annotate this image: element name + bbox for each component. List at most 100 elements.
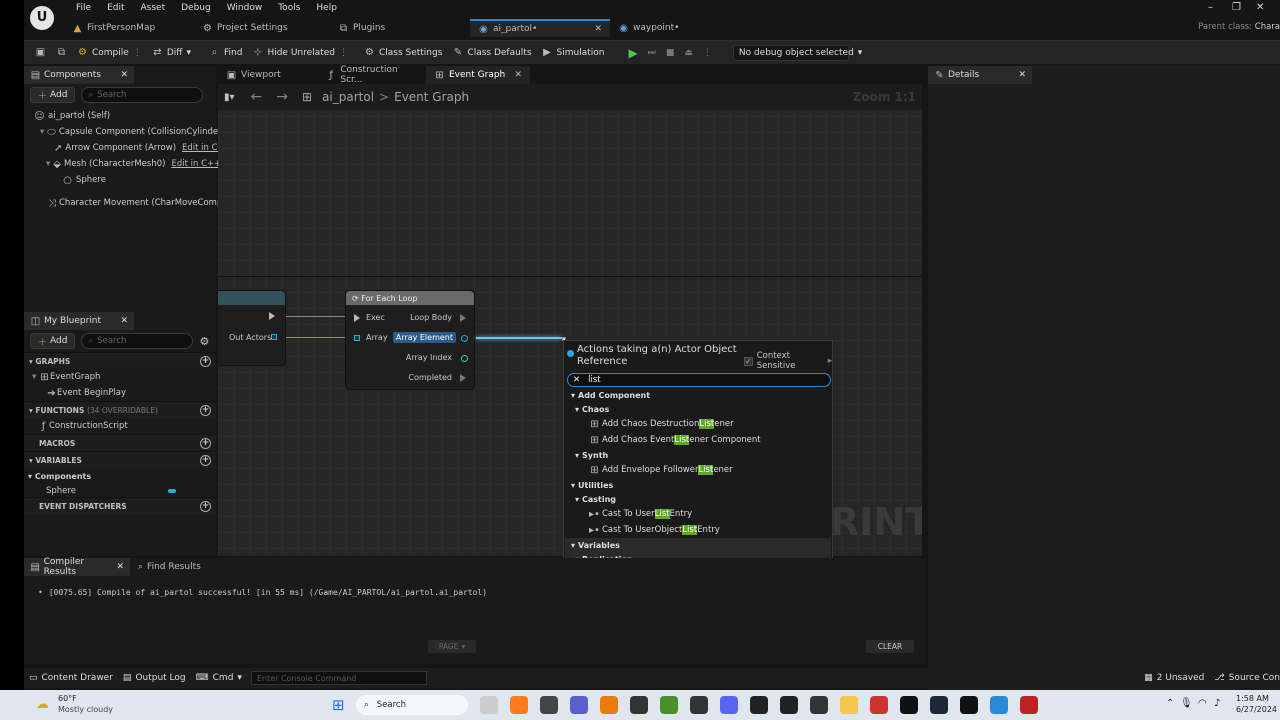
volume-icon[interactable]: ♪	[1214, 698, 1220, 709]
back-arrow-icon[interactable]: ←	[251, 89, 263, 105]
epic-icon[interactable]	[810, 696, 828, 714]
minecraft-icon[interactable]	[660, 696, 678, 714]
class-defaults-button[interactable]: ✎ Class Defaults	[447, 43, 536, 63]
variables-section[interactable]: ▾ VARIABLES +	[24, 451, 216, 468]
menu-item-debug[interactable]: Debug	[173, 3, 219, 13]
add-macro-icon[interactable]: +	[200, 437, 211, 449]
source-control-button[interactable]: ⎇ Source Con	[1209, 668, 1280, 688]
menu-item-edit[interactable]: Edit	[99, 3, 132, 13]
action-item[interactable]: ⊞ Add Chaos Destruction List ener	[565, 416, 831, 432]
context-sensitive-toggle[interactable]: ✓ Context Sensitive ▸	[744, 351, 832, 371]
menu-item-asset[interactable]: Asset	[133, 3, 174, 13]
kebab-icon[interactable]: ⋮	[339, 48, 348, 58]
add-variable-icon[interactable]: +	[200, 454, 211, 466]
add-function-icon[interactable]: +	[200, 404, 211, 416]
obs-icon[interactable]	[690, 696, 708, 714]
menu-item-file[interactable]: File	[68, 3, 99, 13]
event-graph-item[interactable]: ▾ ⊞ EventGraph	[24, 369, 216, 385]
play-options-kebab[interactable]: ⋮	[698, 43, 717, 63]
my-blueprint-search-input[interactable]: ⌕ Search	[81, 333, 194, 349]
clear-search-icon[interactable]: ✕	[573, 375, 580, 385]
action-category[interactable]: ▾ Synth	[565, 448, 831, 462]
kebab-icon[interactable]: ⋮	[133, 48, 142, 58]
add-component-button[interactable]: ＋ Add	[30, 87, 76, 103]
record-icon[interactable]	[870, 696, 888, 714]
compiler-results-tab[interactable]: ▤ Compiler Results ✕	[24, 557, 130, 577]
array-element-pin[interactable]	[461, 335, 468, 342]
weather-icon[interactable]: ☁	[36, 697, 49, 712]
component-item[interactable]: ➚ Arrow Component (Arrow) Edit in C+	[24, 140, 225, 156]
windows-start-icon[interactable]: ⊞	[332, 696, 345, 714]
component-item[interactable]: ⤨ Character Movement (CharMoveComp	[24, 195, 222, 211]
components-search-input[interactable]: ⌕ Search	[81, 87, 204, 103]
my-blueprint-tab[interactable]: ◫ My Blueprint ✕	[24, 312, 134, 330]
folder-icon[interactable]	[840, 696, 858, 714]
wifi-icon[interactable]: ◠	[1198, 698, 1207, 709]
breadcrumb-root[interactable]: ai_partol	[322, 90, 374, 104]
play-button[interactable]: ▶	[623, 43, 642, 63]
out-actors-pin[interactable]	[271, 334, 277, 340]
chat-icon[interactable]	[570, 696, 588, 714]
microphone-icon[interactable]: 🎙︎	[1180, 698, 1193, 709]
close-icon[interactable]: ✕	[1018, 70, 1026, 80]
close-icon[interactable]: ✕	[594, 24, 602, 34]
editor-tab-0[interactable]: ▣ Viewport	[218, 66, 318, 84]
hide-unrelated-button[interactable]: ⊹ Hide Unrelated ⋮	[247, 43, 353, 63]
editor-tab-1[interactable]: ƒ Construction Scr...	[318, 65, 426, 85]
edit-in-cpp-link[interactable]: Edit in C++	[171, 159, 221, 169]
content-drawer-button[interactable]: ▭ Content Drawer	[24, 668, 118, 688]
unsaved-button[interactable]: ▦ 2 Unsaved	[1139, 668, 1209, 688]
graph-menu-icon[interactable]: ▮▾	[224, 92, 235, 103]
doc-tab-0[interactable]: ▲ FirstPersonMap	[64, 19, 194, 37]
simulation-button[interactable]: ▶ Simulation	[537, 43, 610, 63]
output-log-button[interactable]: ▤ Output Log	[118, 668, 191, 688]
doc-tab-4[interactable]: ◉ waypoint•	[610, 19, 730, 37]
close-icon[interactable]: ✕	[116, 562, 124, 572]
doc-tab-3[interactable]: ◉ ai_partol• ✕	[470, 19, 610, 37]
game-icon[interactable]	[1020, 696, 1038, 714]
maximize-icon[interactable]: ❐	[1232, 2, 1241, 13]
parent-class-value[interactable]: Chara	[1255, 22, 1280, 32]
action-item[interactable]: ▸• Cast To UserObject List Entry	[565, 522, 831, 538]
compile-button[interactable]: ⚙ Compile ⋮	[72, 43, 147, 63]
clock-date[interactable]: 6/27/2024	[1236, 705, 1277, 714]
action-category[interactable]: ▾ Chaos	[565, 402, 831, 416]
tray-chevron-icon[interactable]: ⌃	[1166, 698, 1174, 709]
files-icon[interactable]	[480, 696, 498, 714]
doc-tab-2[interactable]: ⧉ Plugins	[330, 19, 470, 37]
find-button[interactable]: ⌕ Find	[204, 43, 247, 63]
save-button[interactable]: ▣	[30, 43, 51, 63]
close-icon[interactable]: ✕	[120, 316, 128, 326]
action-item[interactable]: ▸• Cast To User List Entry	[565, 506, 831, 522]
macros-section[interactable]: MACROS +	[24, 434, 216, 451]
action-item[interactable]: ⊞ Add Envelope Follower List ener	[565, 462, 831, 478]
menu-item-window[interactable]: Window	[219, 3, 271, 13]
debug-object-select[interactable]: No debug object selected ▾	[732, 44, 862, 61]
component-item[interactable]: ☺ ai_partol (Self)	[24, 108, 216, 124]
component-item[interactable]: ▾ ⬙ Mesh (CharacterMesh0) Edit in C++	[24, 156, 221, 172]
explorer-icon[interactable]	[540, 696, 558, 714]
action-item[interactable]: ⊞ Add Chaos Event List ener Component	[565, 432, 831, 448]
loop-body-pin[interactable]	[460, 314, 466, 322]
discord-icon[interactable]	[720, 696, 738, 714]
for-each-loop-node[interactable]: ⟳ For Each Loop Exec Array Loop Body Arr…	[345, 290, 475, 390]
array-in-pin[interactable]	[354, 335, 360, 341]
close-window-icon[interactable]: ✕	[1256, 2, 1264, 13]
functions-section[interactable]: ▾ FUNCTIONS (34 OVERRIDABLE) +	[24, 401, 216, 418]
steam-icon[interactable]	[930, 696, 948, 714]
chatgpt-icon[interactable]	[750, 696, 768, 714]
details-tab[interactable]: ✎ Details ✕	[928, 66, 1032, 84]
action-category[interactable]: ▾ Variables	[565, 538, 831, 552]
components-tab[interactable]: ▤ Components ✕	[24, 66, 134, 84]
stop-button[interactable]: ■	[661, 43, 680, 63]
close-icon[interactable]: ✕	[120, 70, 128, 80]
action-category[interactable]: ▾ Add Component	[565, 388, 831, 402]
taskbar-search[interactable]: ⌕ Search	[356, 695, 468, 715]
step-button[interactable]: ⏭	[643, 43, 661, 63]
orange-app-icon[interactable]	[510, 696, 528, 714]
action-search-input[interactable]: ✕ list	[567, 373, 831, 387]
unreal-engine-icon[interactable]	[960, 696, 978, 714]
class-settings-button[interactable]: ⚙ Class Settings	[359, 43, 447, 63]
cmd-select[interactable]: ⌨ Cmd ▾	[191, 668, 247, 688]
add-graph-icon[interactable]: +	[200, 355, 211, 367]
